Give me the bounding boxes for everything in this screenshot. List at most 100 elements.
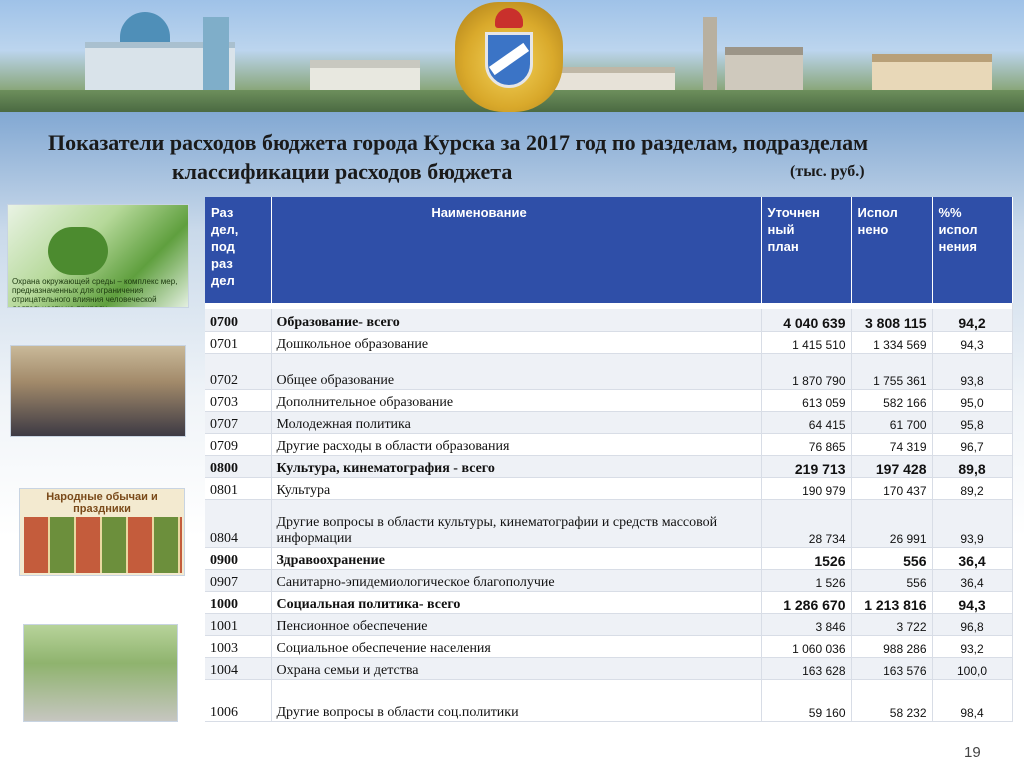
tree-icon [48,227,108,275]
classroom-photo [10,345,186,437]
row-code: 1006 [205,679,272,722]
row-code: 0907 [205,569,272,592]
header-line: %% [938,205,962,220]
row-done: 61 700 [851,411,933,434]
traditions-heading: Народные обычаи и праздники [46,491,158,515]
row-name: Социальная политика- всего [271,591,762,614]
row-name: Санитарно-эпидемиологическое благополучи… [271,569,762,592]
row-plan: 28 734 [761,499,852,548]
row-done: 1 334 569 [851,331,933,354]
header-banner [0,0,1024,112]
row-name: Дошкольное образование [271,331,762,354]
row-done: 197 428 [851,455,933,478]
row-done: 26 991 [851,499,933,548]
row-name: Дополнительное образование [271,389,762,412]
budget-table: Раз дел, под раз дел Наименование Уточнен ный… [205,197,1013,722]
row-name: Другие вопросы в области соц.политики [271,679,762,722]
row-name: Другие расходы в области образования [271,433,762,456]
row-plan: 76 865 [761,433,852,456]
header-line: ный [767,222,795,237]
row-name: Другие вопросы в области культуры, кинем… [271,499,762,548]
row-name: Культура, кинематография - всего [271,455,762,478]
row-done: 74 319 [851,433,933,456]
row-plan: 64 415 [761,411,852,434]
table-row: 0709 Другие расходы в области образования… [205,433,1013,456]
budget-table-container: Раз дел, под раз дел Наименование Уточнен ный… [205,197,1013,722]
row-pct: 36,4 [932,547,1013,570]
row-code: 0804 [205,499,272,548]
family-photo [23,624,178,722]
table-row: 0907 Санитарно-эпидемиологическое благопо… [205,569,1013,592]
header-line: испол [938,222,978,237]
row-plan: 59 160 [761,679,852,722]
row-pct: 94,3 [932,331,1013,354]
row-name: Образование- всего [271,309,762,332]
row-name: Охрана семьи и детства [271,657,762,680]
table-row: 0900 Здравоохранение 1526 556 36,4 [205,547,1013,570]
environment-caption: Охрана окружающей среды – комплекс мер, … [12,277,178,307]
row-code: 1003 [205,635,272,658]
traditions-collage [24,517,182,573]
row-done: 556 [851,569,933,592]
row-plan: 1526 [761,547,852,570]
row-name: Пенсионное обеспечение [271,613,762,636]
table-row: 0801 Культура 190 979 170 437 89,2 [205,477,1013,500]
row-done: 3 722 [851,613,933,636]
row-plan: 219 713 [761,455,852,478]
row-code: 0707 [205,411,272,434]
row-code: 0800 [205,455,272,478]
row-done: 1 755 361 [851,353,933,390]
header-line: дел [211,273,235,288]
header-pct: %% испол нения [932,197,1013,303]
row-pct: 100,0 [932,657,1013,680]
header-done: Испол нено [851,197,933,303]
title-line-2: классификации расходов бюджета [172,159,513,184]
table-row: 1001 Пенсионное обеспечение 3 846 3 722 96,8 [205,613,1013,636]
page-number: 19 [964,744,981,761]
row-pct: 93,2 [932,635,1013,658]
title-line-1: Показатели расходов бюджета города Курск… [48,130,869,155]
table-row: 0702 Общее образование 1 870 790 1 755 361 9… [205,353,1013,390]
table-body: 0700 Образование- всего 4 040 639 3 808 115… [205,303,1013,722]
row-name: Общее образование [271,353,762,390]
slide-title: Показатели расходов бюджета города Курск… [48,128,1018,186]
row-name: Культура [271,477,762,500]
row-done: 170 437 [851,477,933,500]
row-code: 1004 [205,657,272,680]
row-code: 0900 [205,547,272,570]
header-plan: Уточнен ный план [761,197,852,303]
row-done: 58 232 [851,679,933,722]
row-name: Молодежная политика [271,411,762,434]
row-plan: 1 870 790 [761,353,852,390]
header-line: раз [211,256,233,271]
traditions-photo: Народные обычаи и праздники [19,488,185,576]
row-code: 0709 [205,433,272,456]
row-code: 1000 [205,591,272,614]
row-plan: 1 060 036 [761,635,852,658]
units-label: (тыс. руб.) [790,163,865,180]
row-plan: 3 846 [761,613,852,636]
row-name: Социальное обеспечение населения [271,635,762,658]
row-pct: 96,8 [932,613,1013,636]
row-pct: 89,8 [932,455,1013,478]
row-done: 1 213 816 [851,591,933,614]
table-row: 1004 Охрана семьи и детства 163 628 163 576… [205,657,1013,680]
row-pct: 98,4 [932,679,1013,722]
row-plan: 163 628 [761,657,852,680]
row-pct: 94,2 [932,309,1013,332]
crown-icon [495,8,523,28]
row-code: 0700 [205,309,272,332]
row-code: 1001 [205,613,272,636]
row-plan: 4 040 639 [761,309,852,332]
row-code: 0801 [205,477,272,500]
header-line: нения [938,239,978,254]
row-pct: 95,8 [932,411,1013,434]
table-row: 1003 Социальное обеспечение населения 1 06… [205,635,1013,658]
table-row: 1000 Социальная политика- всего 1 286 670 1… [205,591,1013,614]
header-line: нено [857,222,889,237]
table-row: 0707 Молодежная политика 64 415 61 700 95,8 [205,411,1013,434]
row-code: 0703 [205,389,272,412]
row-done: 556 [851,547,933,570]
row-done: 582 166 [851,389,933,412]
row-done: 163 576 [851,657,933,680]
